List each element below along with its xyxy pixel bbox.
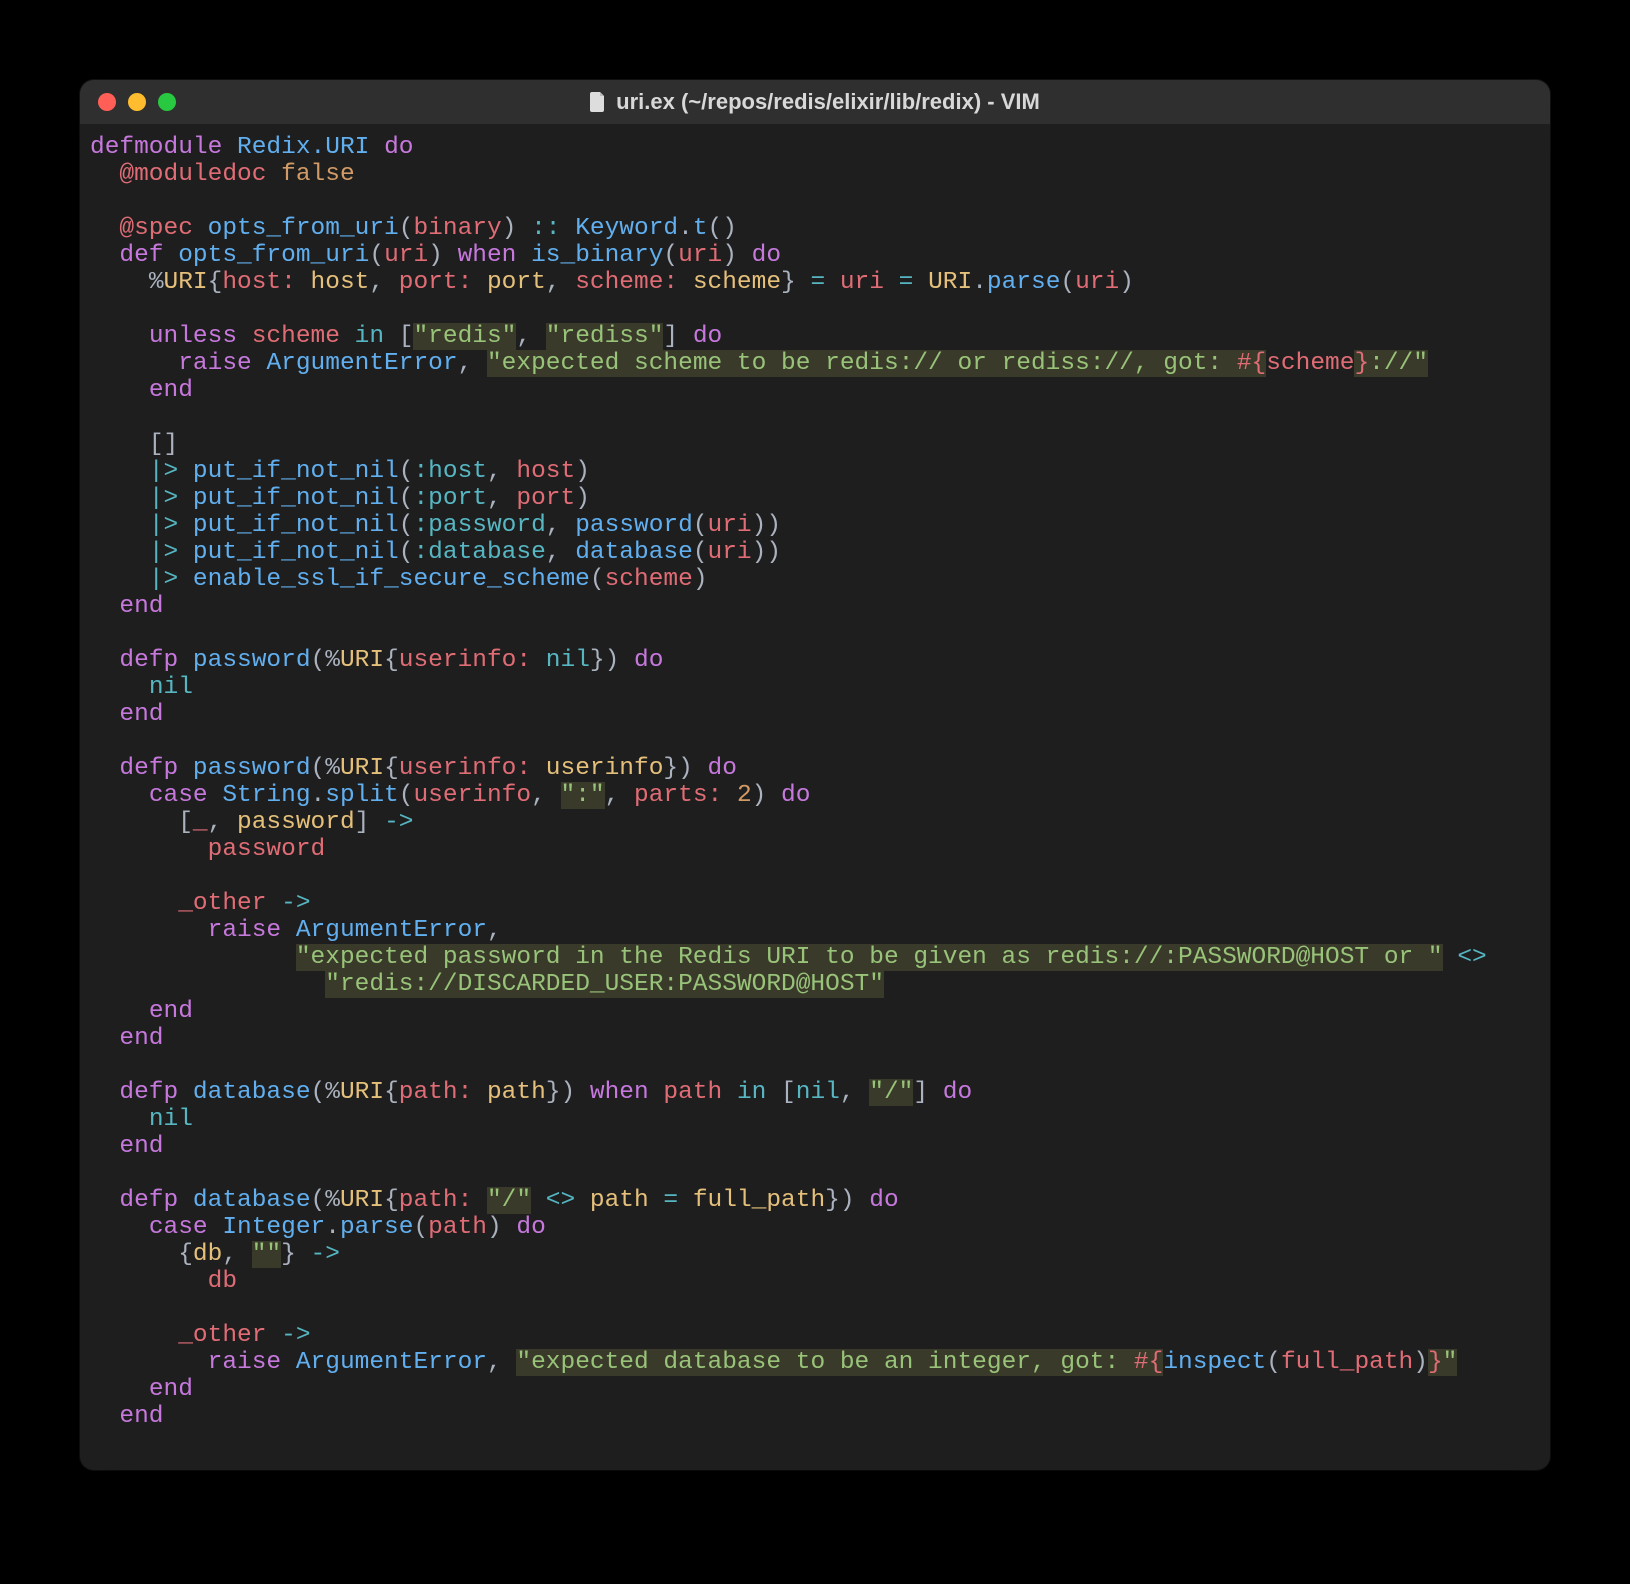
code-line: def opts_from_uri(uri) when is_binary(ur…	[90, 242, 1540, 269]
code-line: raise ArgumentError, "expected scheme to…	[90, 350, 1540, 377]
code-line: |> put_if_not_nil(:database, database(ur…	[90, 539, 1540, 566]
code-editor[interactable]: defmodule Redix.URI do @moduledoc false …	[80, 124, 1550, 1470]
maximize-button[interactable]	[158, 93, 176, 111]
code-line: defp password(%URI{userinfo: userinfo}) …	[90, 755, 1540, 782]
code-line: {db, ""} ->	[90, 1241, 1540, 1268]
code-line: defmodule Redix.URI do	[90, 134, 1540, 161]
code-line: [_, password] ->	[90, 809, 1540, 836]
code-line	[90, 1160, 1540, 1187]
code-line: end	[90, 998, 1540, 1025]
code-line: defp database(%URI{path: path}) when pat…	[90, 1079, 1540, 1106]
code-line: "expected password in the Redis URI to b…	[90, 944, 1540, 971]
code-line: end	[90, 1133, 1540, 1160]
code-line: raise ArgumentError, "expected database …	[90, 1349, 1540, 1376]
code-line: @moduledoc false	[90, 161, 1540, 188]
code-line: @spec opts_from_uri(binary) :: Keyword.t…	[90, 215, 1540, 242]
code-line: case Integer.parse(path) do	[90, 1214, 1540, 1241]
code-line: raise ArgumentError,	[90, 917, 1540, 944]
code-line: case String.split(userinfo, ":", parts: …	[90, 782, 1540, 809]
code-line	[90, 863, 1540, 890]
code-line: _other ->	[90, 890, 1540, 917]
code-line: nil	[90, 674, 1540, 701]
code-line: []	[90, 431, 1540, 458]
code-line: end	[90, 1376, 1540, 1403]
code-line	[90, 296, 1540, 323]
code-line	[90, 620, 1540, 647]
code-line	[90, 1295, 1540, 1322]
code-line: defp password(%URI{userinfo: nil}) do	[90, 647, 1540, 674]
code-line: _other ->	[90, 1322, 1540, 1349]
code-line: |> put_if_not_nil(:port, port)	[90, 485, 1540, 512]
code-line: |> put_if_not_nil(:password, password(ur…	[90, 512, 1540, 539]
document-icon	[590, 92, 606, 112]
code-line: end	[90, 1403, 1540, 1430]
code-line: end	[90, 593, 1540, 620]
code-line: unless scheme in ["redis", "rediss"] do	[90, 323, 1540, 350]
code-line: db	[90, 1268, 1540, 1295]
code-line: defp database(%URI{path: "/" <> path = f…	[90, 1187, 1540, 1214]
code-line	[90, 1052, 1540, 1079]
code-line: end	[90, 701, 1540, 728]
titlebar: uri.ex (~/repos/redis/elixir/lib/redix) …	[80, 80, 1550, 124]
editor-window: uri.ex (~/repos/redis/elixir/lib/redix) …	[80, 80, 1550, 1470]
traffic-lights	[80, 93, 176, 111]
window-title-text: uri.ex (~/repos/redis/elixir/lib/redix) …	[616, 89, 1040, 115]
code-line: "redis://DISCARDED_USER:PASSWORD@HOST"	[90, 971, 1540, 998]
code-line	[90, 188, 1540, 215]
code-line	[90, 404, 1540, 431]
close-button[interactable]	[98, 93, 116, 111]
code-line: nil	[90, 1106, 1540, 1133]
window-title: uri.ex (~/repos/redis/elixir/lib/redix) …	[80, 89, 1550, 115]
code-line: |> enable_ssl_if_secure_scheme(scheme)	[90, 566, 1540, 593]
code-line	[90, 728, 1540, 755]
code-line: |> put_if_not_nil(:host, host)	[90, 458, 1540, 485]
code-line: end	[90, 1025, 1540, 1052]
minimize-button[interactable]	[128, 93, 146, 111]
code-line: %URI{host: host, port: port, scheme: sch…	[90, 269, 1540, 296]
code-line: password	[90, 836, 1540, 863]
code-line: end	[90, 377, 1540, 404]
